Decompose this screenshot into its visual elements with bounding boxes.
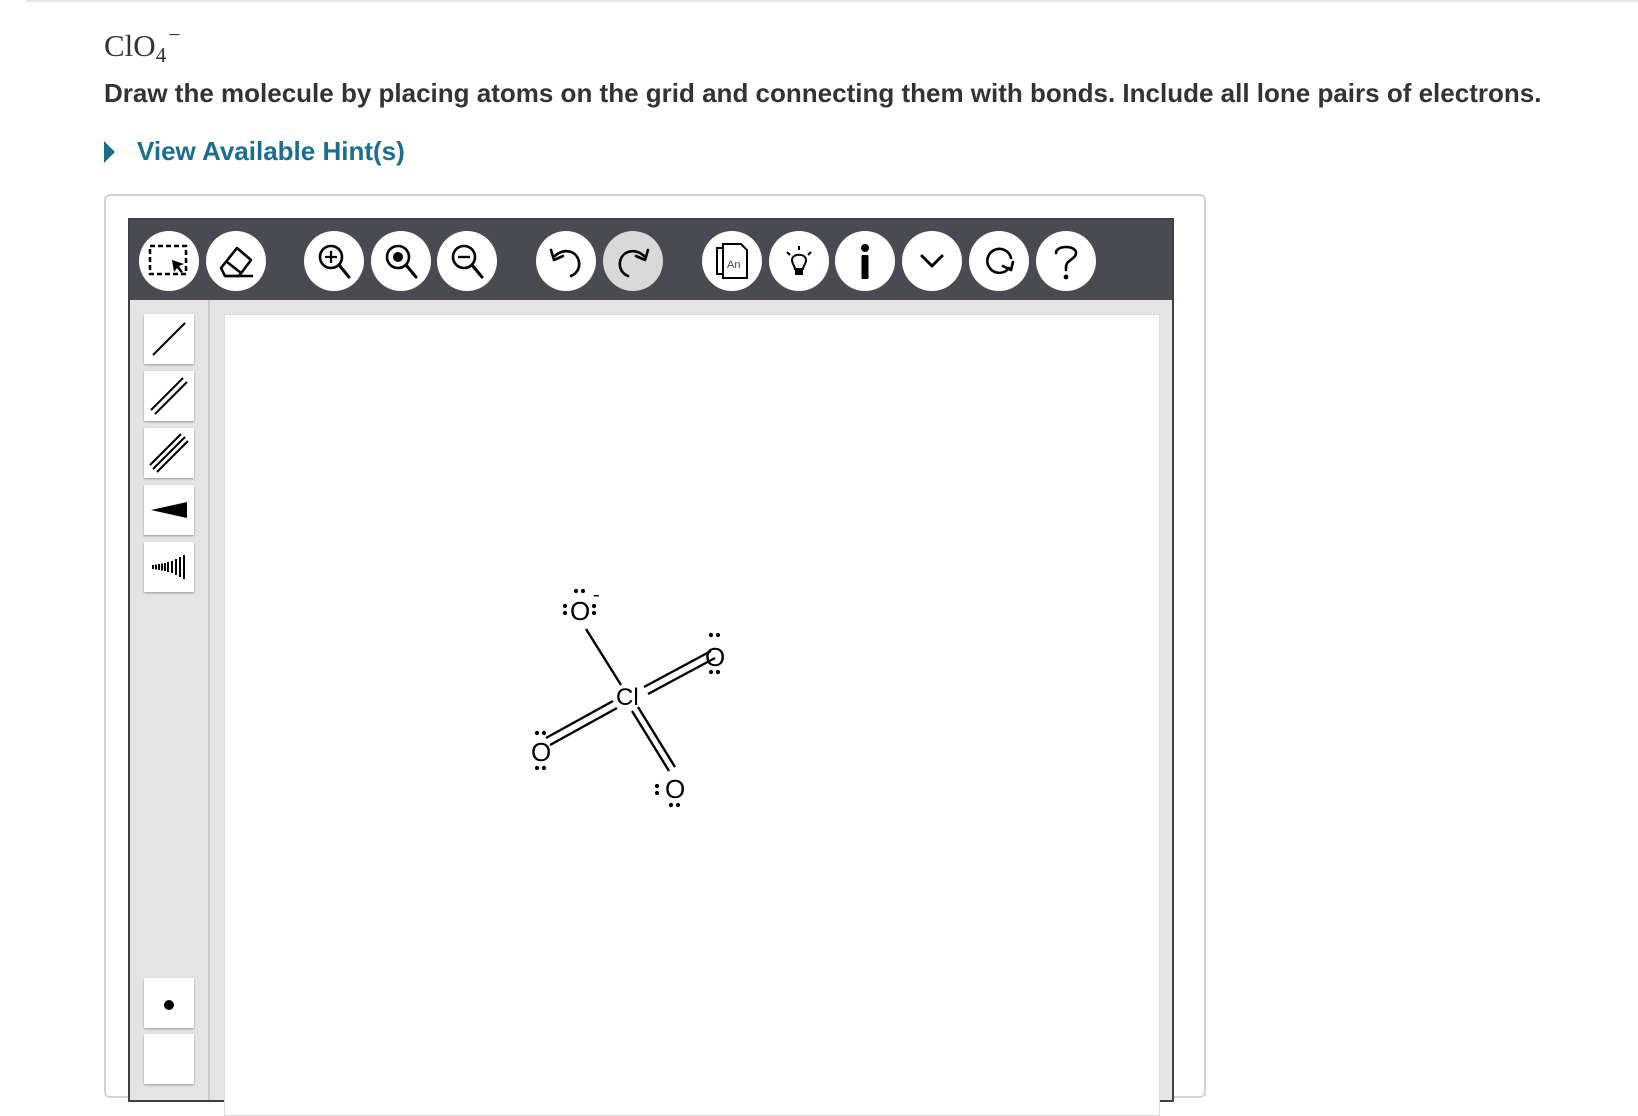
additional-tool[interactable] xyxy=(144,1034,194,1084)
negative-charge-label: - xyxy=(593,584,600,606)
triple-bond-tool[interactable] xyxy=(144,428,194,478)
double-bond-cl-o-left-b[interactable] xyxy=(545,699,614,740)
template-button[interactable]: An xyxy=(702,231,762,291)
molecule-drawing: Cl O - O O O xyxy=(531,584,725,808)
info-icon xyxy=(861,244,869,279)
zoom-in-icon xyxy=(318,244,351,279)
hash-bond-tool[interactable] xyxy=(144,542,194,592)
hash-bond-icon xyxy=(152,555,185,579)
oxygen-atom-left[interactable]: O xyxy=(531,737,551,767)
single-bond-tool[interactable] xyxy=(144,314,194,364)
eraser-button[interactable] xyxy=(206,231,266,291)
chevron-down-icon xyxy=(920,254,944,268)
double-bond-cl-o-left-a[interactable] xyxy=(549,706,618,747)
marquee-select-icon xyxy=(148,244,188,276)
top-divider xyxy=(26,0,1638,2)
more-options-button[interactable] xyxy=(902,231,962,291)
help-icon xyxy=(1054,245,1078,280)
formula-charge: − xyxy=(168,22,181,47)
formula-base: ClO xyxy=(104,28,156,63)
zoom-out-icon xyxy=(451,244,484,279)
oxygen-atom-top[interactable]: O xyxy=(570,596,590,626)
oxygen-atom-bottom[interactable]: O xyxy=(665,774,685,804)
lightbulb-icon xyxy=(786,246,812,275)
single-bond-icon xyxy=(152,322,186,356)
editor-toolbar: An xyxy=(130,220,1172,300)
reset-button[interactable] xyxy=(969,231,1029,291)
undo-icon xyxy=(549,248,581,278)
hint-bulb-button[interactable] xyxy=(769,231,829,291)
lone-pair-tool[interactable] xyxy=(144,978,194,1028)
help-button[interactable] xyxy=(1036,231,1096,291)
wedge-bond-icon xyxy=(151,502,187,518)
double-bond-icon xyxy=(150,377,188,415)
view-hints-label: View Available Hint(s) xyxy=(137,136,405,166)
zoom-in-button[interactable] xyxy=(304,231,364,291)
drawing-canvas[interactable]: Cl O - O O O xyxy=(224,314,1160,1116)
template-icon: An xyxy=(716,243,748,279)
eraser-icon xyxy=(219,246,253,278)
template-icon-text: An xyxy=(727,259,740,271)
zoom-reset-icon xyxy=(385,244,418,279)
oxygen-atom-right[interactable]: O xyxy=(705,642,725,672)
redo-icon xyxy=(618,248,650,278)
redo-button[interactable] xyxy=(603,231,663,291)
reset-icon xyxy=(986,247,1015,275)
central-atom-cl[interactable]: Cl xyxy=(616,684,639,711)
bond-tool-sidebar xyxy=(130,300,210,1100)
double-bond-cl-o-right-a[interactable] xyxy=(643,649,712,689)
double-bond-cl-o-bottom-b[interactable] xyxy=(636,706,677,768)
undo-button[interactable] xyxy=(536,231,596,291)
formula-subscript: 4 xyxy=(155,43,167,67)
marquee-select-button[interactable] xyxy=(139,231,199,291)
single-bond-cl-o-top[interactable] xyxy=(584,628,623,686)
zoom-out-button[interactable] xyxy=(437,231,497,291)
zoom-reset-button[interactable] xyxy=(371,231,431,291)
caret-right-icon xyxy=(104,140,115,163)
instructions-text: Draw the molecule by placing atoms on th… xyxy=(104,78,1542,108)
view-hints-link[interactable]: View Available Hint(s) xyxy=(104,136,405,167)
double-bond-tool[interactable] xyxy=(144,371,194,421)
triple-bond-icon xyxy=(149,433,189,473)
molecule-editor: An Cl O - O O O xyxy=(128,218,1174,1116)
formula-heading: ClO4− xyxy=(104,22,181,68)
lone-pair-icon xyxy=(164,1000,174,1010)
wedge-bond-tool[interactable] xyxy=(144,485,194,535)
info-button[interactable] xyxy=(835,231,895,291)
double-bond-cl-o-bottom-a[interactable] xyxy=(630,710,671,772)
